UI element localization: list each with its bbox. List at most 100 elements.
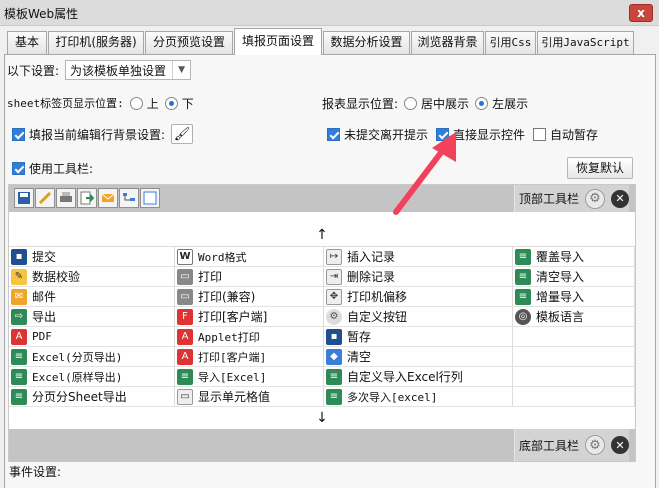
close-icon[interactable]: ✕ xyxy=(611,436,629,454)
list-item[interactable]: ▭ 显示单元格值 xyxy=(175,387,324,407)
list-item[interactable]: ≡ 导入[Excel] xyxy=(175,367,324,387)
list-item[interactable]: ▪ 暂存 xyxy=(324,327,513,347)
blank-icon[interactable] xyxy=(140,188,160,208)
list-item[interactable]: ▭ 打印 xyxy=(175,267,324,287)
bottom-toolbar-label: 底部工具栏 xyxy=(518,438,579,453)
list-item[interactable]: ≡ 清空导入 xyxy=(513,267,635,287)
fill-bg-row: 填报当前编辑行背景设置: 🖌 xyxy=(12,123,194,145)
empty-cell xyxy=(513,347,635,367)
close-icon[interactable]: ✕ xyxy=(611,189,629,208)
sheet-top-radio[interactable] xyxy=(129,96,143,110)
list-item[interactable]: W Word格式 xyxy=(175,247,324,267)
paint-bucket-icon[interactable]: 🖌 xyxy=(171,124,194,144)
mail-icon: ✉ xyxy=(11,288,27,305)
spacer xyxy=(9,212,635,224)
list-item[interactable]: ≡ 分页分Sheet导出 xyxy=(9,387,175,407)
following-settings-label: 以下设置: xyxy=(7,63,60,78)
tree-icon[interactable] xyxy=(119,188,139,208)
excel-icon: ≡ xyxy=(11,388,27,405)
gear-icon[interactable]: ⚙ xyxy=(585,188,605,209)
tab-page-preview[interactable]: 分页预览设置 xyxy=(145,31,233,54)
gear-icon[interactable]: ⚙ xyxy=(585,435,605,455)
import-excel-icon: ≡ xyxy=(177,368,193,385)
save-icon[interactable] xyxy=(14,188,34,208)
print-client-icon: F xyxy=(177,308,193,325)
window-titlebar: 模板Web属性 x xyxy=(0,0,659,26)
print-icon: ▭ xyxy=(177,288,193,305)
unsubmitted-checkbox[interactable] xyxy=(327,127,340,141)
toolbar-button-grid: ▪ 提交 W Word格式 ↦ 插入记录 ≡ 覆盖导入 ✎ 数据校验 ▭ 打印 ⇥ 删除记录 … xyxy=(9,246,635,407)
globe-icon: ◎ xyxy=(515,308,531,325)
use-toolbar-checkbox[interactable] xyxy=(12,161,25,175)
validate-icon[interactable] xyxy=(35,188,55,208)
mail-icon[interactable] xyxy=(98,188,118,208)
import-excel-icon: ≡ xyxy=(326,368,342,385)
empty-cell xyxy=(513,367,635,387)
insert-row-icon: ↦ xyxy=(326,248,342,265)
import-icon: ≡ xyxy=(515,248,531,265)
following-settings-select[interactable]: 为该模板单独设置 ▼ xyxy=(65,60,192,80)
auto-save-checkbox[interactable] xyxy=(533,127,547,141)
excel-icon: ≡ xyxy=(11,348,27,365)
move-up-arrow[interactable]: ↑ xyxy=(9,224,635,246)
report-center-label: 居中展示 xyxy=(421,96,470,111)
fill-bg-checkbox[interactable] xyxy=(12,127,25,141)
import-excel-icon: ≡ xyxy=(326,388,342,405)
tab-data-analysis[interactable]: 数据分析设置 xyxy=(323,31,410,54)
list-item[interactable]: ▪ 提交 xyxy=(9,247,175,267)
tab-javascript[interactable]: 引用JavaScript xyxy=(537,31,634,54)
print-client-icon: A xyxy=(177,348,193,365)
auto-save-label: 自动暂存 xyxy=(550,127,599,142)
window-title: 模板Web属性 xyxy=(4,7,79,21)
sheet-position-label: sheet标签页显示位置: xyxy=(7,97,124,110)
top-toolbar-controls: 顶部工具栏 ⚙ ✕ xyxy=(513,185,629,212)
print-icon[interactable] xyxy=(56,188,76,208)
event-settings-label: 事件设置: xyxy=(9,465,62,479)
report-center-radio[interactable] xyxy=(404,96,418,110)
following-settings-row: 以下设置: 为该模板单独设置 ▼ xyxy=(7,59,192,81)
list-item[interactable]: F 打印[客户端] xyxy=(175,307,324,327)
list-item[interactable]: ≡ Excel(分页导出) xyxy=(9,347,175,367)
list-item[interactable]: ≡ 增量导入 xyxy=(513,287,635,307)
tab-bar: 基本 打印机(服务器) 分页预览设置 填报页面设置 数据分析设置 浏览器背景 引… xyxy=(7,28,652,55)
chevron-down-icon: ▼ xyxy=(172,61,190,79)
list-item[interactable]: ≡ 自定义导入Excel行列 xyxy=(324,367,513,387)
list-item[interactable]: ▭ 打印(兼容) xyxy=(175,287,324,307)
tab-basic[interactable]: 基本 xyxy=(7,31,47,54)
export-icon[interactable] xyxy=(77,188,97,208)
list-item[interactable]: ✉ 邮件 xyxy=(9,287,175,307)
word-icon: W xyxy=(177,248,193,265)
direct-show-checkbox[interactable] xyxy=(436,127,450,141)
list-item[interactable]: ◎ 模板语言 xyxy=(513,307,635,327)
list-item[interactable]: ↦ 插入记录 xyxy=(324,247,513,267)
list-item[interactable]: ≡ 覆盖导入 xyxy=(513,247,635,267)
applet-print-icon: A xyxy=(177,328,193,345)
list-item[interactable]: ✎ 数据校验 xyxy=(9,267,175,287)
list-item[interactable]: ⚙ 自定义按钮 xyxy=(324,307,513,327)
list-item[interactable]: A 打印[客户端] xyxy=(175,347,324,367)
tab-browser-bg[interactable]: 浏览器背景 xyxy=(411,31,484,54)
toolbar-editor: 顶部工具栏 ⚙ ✕ ↑ ▪ 提交 W Word格式 ↦ 插入记录 ≡ 覆盖导入 ✎ 数据校… xyxy=(8,184,636,462)
window-close-button[interactable]: x xyxy=(629,4,653,22)
list-item[interactable]: ✥ 打印机偏移 xyxy=(324,287,513,307)
top-toolbar-icons xyxy=(14,188,160,208)
bottom-toolbar: 底部工具栏 ⚙ ✕ xyxy=(9,429,635,461)
list-item[interactable]: A PDF xyxy=(9,327,175,347)
sheet-bottom-radio[interactable] xyxy=(164,96,178,110)
tab-css[interactable]: 引用Css xyxy=(485,31,536,54)
list-item[interactable]: ≡ Excel(原样导出) xyxy=(9,367,175,387)
bottom-toolbar-controls: 底部工具栏 ⚙ ✕ xyxy=(513,429,629,461)
list-item[interactable]: A Applet打印 xyxy=(175,327,324,347)
tab-fill-page[interactable]: 填报页面设置 xyxy=(234,28,322,55)
tab-printer[interactable]: 打印机(服务器) xyxy=(48,31,144,54)
use-toolbar-label: 使用工具栏: xyxy=(29,161,94,176)
list-item[interactable]: ⇥ 删除记录 xyxy=(324,267,513,287)
move-down-arrow[interactable]: ↓ xyxy=(9,407,635,429)
restore-default-button[interactable]: 恢复默认 xyxy=(567,157,633,179)
list-item[interactable]: ⇨ 导出 xyxy=(9,307,175,327)
list-item[interactable]: ◆ 清空 xyxy=(324,347,513,367)
list-item[interactable]: ≡ 多次导入[excel] xyxy=(324,387,513,407)
empty-cell xyxy=(513,387,635,407)
report-left-radio[interactable] xyxy=(475,96,489,110)
empty-cell xyxy=(513,327,635,347)
